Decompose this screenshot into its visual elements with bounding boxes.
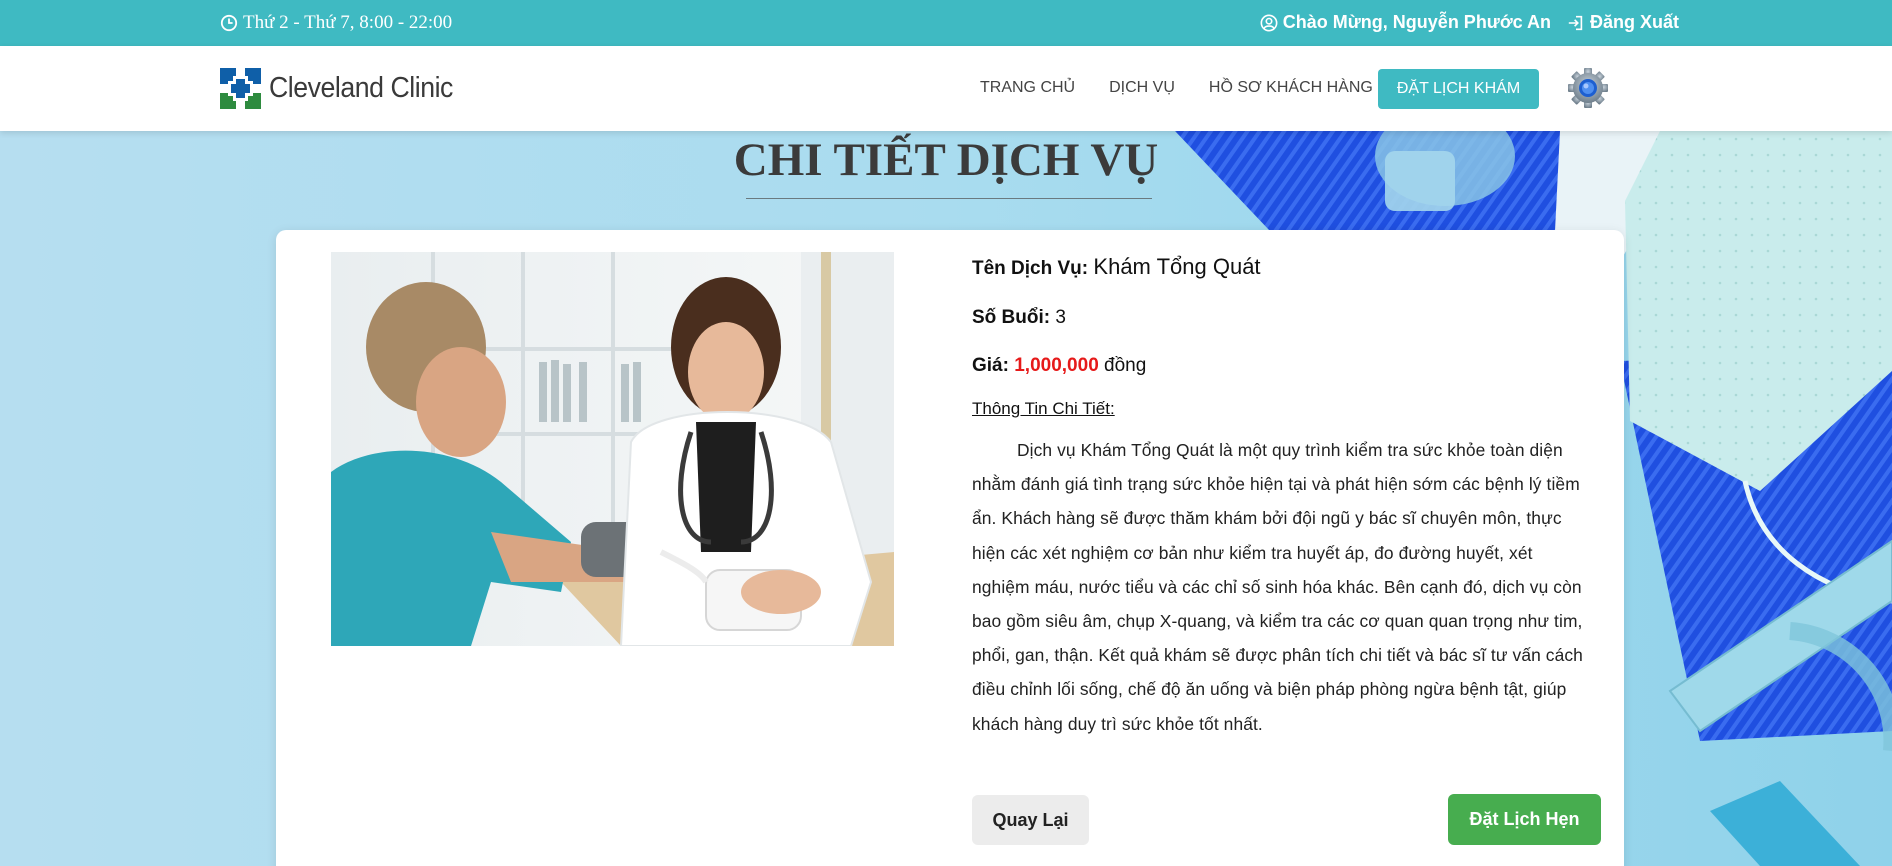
page-title: CHI TIẾT DỊCH VỤ	[733, 134, 1159, 186]
back-button[interactable]: Quay Lại	[972, 795, 1089, 845]
logout-text: Đăng Xuất	[1589, 12, 1679, 32]
service-name-label: Tên Dịch Vụ:	[972, 258, 1089, 279]
opening-hours-text: Thứ 2 - Thứ 7, 8:00 - 22:00	[243, 12, 453, 33]
greeting-text: Chào Mừng, Nguyễn Phước An	[1282, 12, 1551, 32]
book-appointment-submit-button[interactable]: Đặt Lịch Hẹn	[1448, 794, 1601, 845]
service-name-row: Tên Dịch Vụ: Khám Tổng Quát	[972, 254, 1261, 280]
sessions-value: 3	[1055, 307, 1066, 328]
logo-text: Cleveland Clinic	[269, 72, 453, 104]
opening-hours: Thứ 2 - Thứ 7, 8:00 - 22:00	[220, 12, 452, 34]
price-unit: đồng	[1104, 355, 1147, 376]
user-circle-icon	[1260, 14, 1278, 31]
logout-link[interactable]: Đăng Xuất	[1567, 12, 1679, 33]
price-value: 1,000,000	[1014, 355, 1099, 376]
logo[interactable]: Cleveland Clinic	[220, 68, 469, 109]
service-name-value: Khám Tổng Quát	[1093, 254, 1261, 279]
nav-home[interactable]: TRANG CHỦ	[980, 79, 1075, 97]
nav-customer-profile[interactable]: HỒ SƠ KHÁCH HÀNG	[1209, 79, 1373, 97]
gear-icon[interactable]	[1566, 66, 1610, 110]
book-appointment-button[interactable]: ĐẶT LỊCH KHÁM	[1378, 69, 1539, 109]
service-photo	[331, 252, 894, 646]
main-header: Cleveland Clinic TRANG CHỦ DỊCH VỤ HỒ SƠ…	[0, 46, 1892, 131]
user-greeting[interactable]: Chào Mừng, Nguyễn Phước An	[1260, 12, 1551, 33]
title-underline	[746, 198, 1152, 199]
detail-info-heading: Thông Tin Chi Tiết:	[972, 399, 1115, 418]
nav-services[interactable]: DỊCH VỤ	[1109, 79, 1175, 97]
service-description: Dịch vụ Khám Tổng Quát là một quy trình …	[972, 440, 1583, 734]
clock-icon	[220, 14, 238, 32]
price-label: Giá:	[972, 355, 1009, 376]
price-row: Giá: 1,000,000 đồng	[972, 355, 1146, 377]
sessions-label: Số Buổi:	[972, 307, 1051, 328]
sessions-row: Số Buổi: 3	[972, 307, 1066, 329]
top-info-bar: Thứ 2 - Thứ 7, 8:00 - 22:00 Chào Mừng, N…	[0, 0, 1892, 46]
cleveland-clinic-logo-icon	[220, 68, 261, 109]
sign-in-icon	[1568, 15, 1583, 30]
main-nav: TRANG CHỦ DỊCH VỤ HỒ SƠ KHÁCH HÀNG	[980, 79, 1373, 97]
